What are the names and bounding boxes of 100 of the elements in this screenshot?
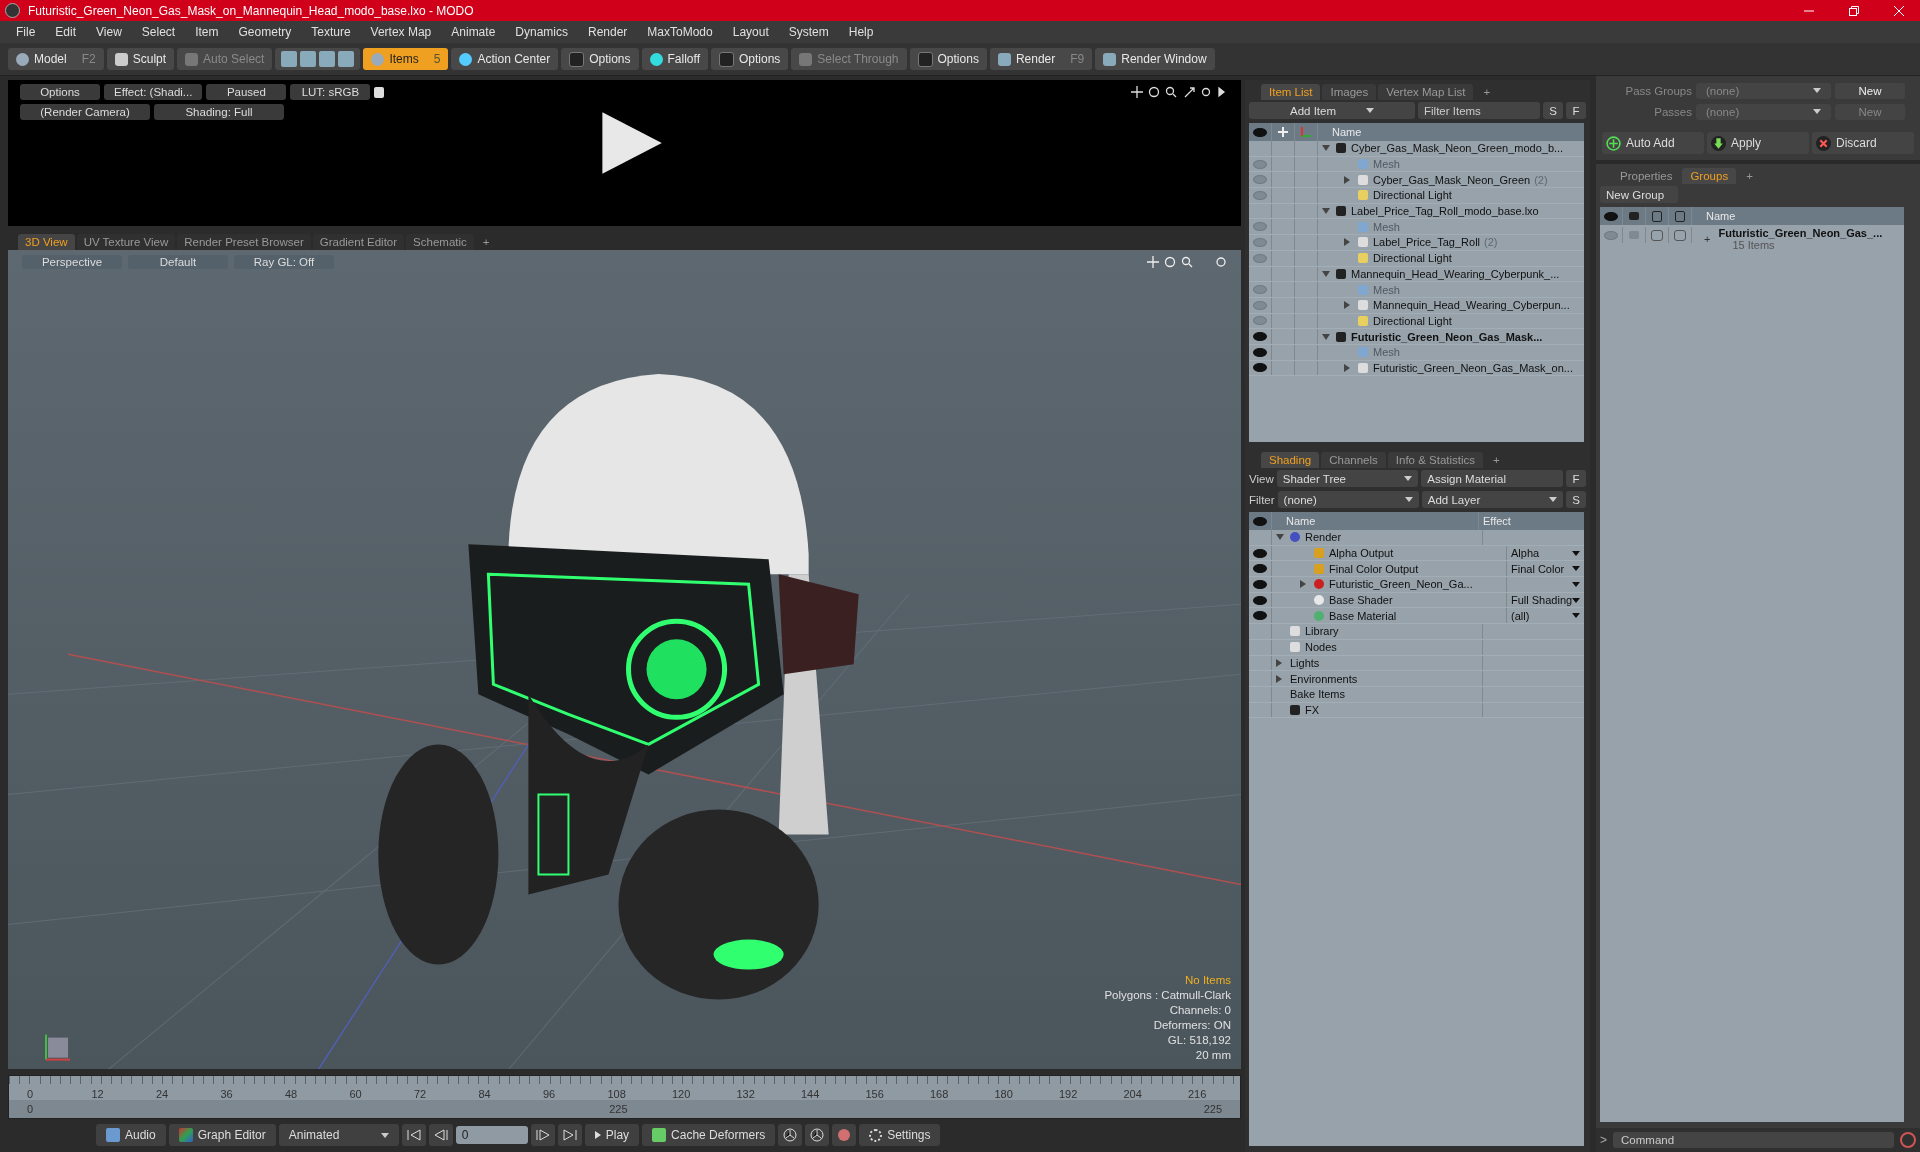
cube-select-icon[interactable] bbox=[338, 51, 355, 67]
view-controls-icon[interactable] bbox=[1131, 86, 1227, 98]
toolbar-button[interactable]: Model F2 bbox=[8, 48, 104, 70]
column-header[interactable]: Effect bbox=[1479, 515, 1511, 527]
filter-dropdown[interactable]: (none) bbox=[1277, 491, 1419, 508]
menu-item[interactable]: Texture bbox=[301, 25, 361, 39]
eye-icon[interactable] bbox=[1253, 363, 1267, 373]
key-icon[interactable] bbox=[778, 1124, 803, 1147]
apply-button[interactable]: Apply bbox=[1707, 132, 1809, 154]
menu-item[interactable]: Dynamics bbox=[505, 25, 578, 39]
close-icon[interactable] bbox=[1894, 5, 1904, 16]
add-layer-dropdown[interactable]: Add Layer bbox=[1421, 491, 1563, 508]
panel-tab[interactable]: Groups bbox=[1682, 168, 1737, 184]
eye-icon[interactable] bbox=[1253, 579, 1267, 589]
item-name[interactable]: Cyber_Gas_Mask_Neon_Green bbox=[1373, 173, 1531, 186]
discard-button[interactable]: Discard bbox=[1812, 132, 1914, 154]
layer-name[interactable]: Lights bbox=[1290, 656, 1320, 669]
key-icon[interactable] bbox=[805, 1124, 830, 1147]
add-tab-button[interactable]: + bbox=[1475, 84, 1499, 100]
item-name[interactable]: Directional Light bbox=[1373, 189, 1452, 202]
column-header[interactable]: Name bbox=[1272, 512, 1479, 530]
layer-name[interactable]: Final Color Output bbox=[1329, 562, 1419, 575]
menu-item[interactable]: Vertex Map bbox=[360, 25, 442, 39]
preview-option-button[interactable]: Options bbox=[20, 84, 100, 100]
new-pass-group-button[interactable]: New bbox=[1835, 82, 1905, 99]
viewport-option-button[interactable]: Default bbox=[128, 254, 228, 269]
toolbar-button[interactable]: Render Window bbox=[1095, 48, 1215, 70]
viewport-option-button[interactable]: Perspective bbox=[22, 254, 122, 269]
s-button[interactable]: S bbox=[1543, 102, 1563, 119]
group-name[interactable]: Futuristic_Green_Neon_Gas_... bbox=[1714, 227, 1883, 239]
expand-icon[interactable]: + bbox=[1704, 233, 1711, 245]
viewport-tab[interactable]: Gradient Editor bbox=[312, 233, 405, 250]
cache-deformers-button[interactable]: Cache Deformers bbox=[642, 1124, 776, 1147]
checkbox[interactable] bbox=[1651, 229, 1663, 241]
first-frame-icon[interactable] bbox=[401, 1124, 426, 1147]
filter-items-field[interactable]: Filter Items bbox=[1418, 102, 1540, 119]
expand-arrow-icon[interactable] bbox=[1322, 145, 1330, 152]
add-tab-button[interactable]: + bbox=[475, 233, 497, 250]
layer-name[interactable]: Nodes bbox=[1305, 641, 1337, 654]
layer-name[interactable]: Environments bbox=[1290, 672, 1358, 685]
graph-editor-button[interactable]: Graph Editor bbox=[168, 1124, 276, 1147]
add-tab-button[interactable]: + bbox=[1738, 168, 1761, 184]
restore-icon[interactable] bbox=[1849, 5, 1859, 16]
expand-arrow-icon[interactable] bbox=[1276, 674, 1282, 683]
toolbar-button[interactable]: Render F9 bbox=[989, 48, 1093, 70]
eye-icon[interactable] bbox=[1253, 595, 1267, 605]
expand-arrow-icon[interactable] bbox=[1344, 238, 1350, 247]
toolbar-button[interactable]: Options bbox=[561, 48, 639, 70]
auto-add-button[interactable]: Auto Add bbox=[1602, 132, 1704, 154]
expand-arrow-icon[interactable] bbox=[1344, 301, 1350, 310]
assign-material-button[interactable]: Assign Material bbox=[1421, 470, 1563, 487]
expand-arrow-icon[interactable] bbox=[1300, 580, 1306, 589]
viewport-tab[interactable]: Schematic bbox=[406, 233, 474, 250]
column-header[interactable]: Name bbox=[1318, 126, 1362, 138]
menu-item[interactable]: Layout bbox=[722, 25, 779, 39]
viewport-tab[interactable]: Render Preset Browser bbox=[177, 233, 311, 250]
preview-option-button[interactable]: LUT: sRGB bbox=[290, 84, 371, 100]
menu-item[interactable]: Render bbox=[578, 25, 638, 39]
effect-dropdown-icon[interactable] bbox=[1572, 597, 1581, 603]
audio-button[interactable]: Audio bbox=[96, 1124, 166, 1147]
toolbar-button[interactable]: Action Center bbox=[451, 48, 559, 70]
record-icon[interactable] bbox=[1900, 1132, 1916, 1148]
play-button[interactable]: Play bbox=[584, 1124, 640, 1147]
item-name[interactable]: Label_Price_Tag_Roll_modo_base.lxo bbox=[1351, 205, 1539, 218]
expand-arrow-icon[interactable] bbox=[1276, 534, 1284, 541]
s-button[interactable]: S bbox=[1566, 491, 1586, 508]
animation-mode-dropdown[interactable]: Animated bbox=[278, 1124, 399, 1147]
item-name[interactable]: Futuristic_Green_Neon_Gas_Mask... bbox=[1351, 330, 1543, 343]
panel-tab[interactable]: Channels bbox=[1321, 452, 1386, 468]
layer-name[interactable]: Futuristic_Green_Neon_Ga... bbox=[1329, 578, 1473, 591]
menu-item[interactable]: Help bbox=[838, 25, 884, 39]
new-group-button[interactable]: New Group bbox=[1600, 186, 1678, 203]
toolbar-button[interactable]: Items 5 bbox=[363, 48, 449, 70]
item-name[interactable]: Cyber_Gas_Mask_Neon_Green_modo_b... bbox=[1351, 142, 1564, 155]
menu-item[interactable]: View bbox=[86, 25, 132, 39]
layer-name[interactable]: FX bbox=[1305, 703, 1320, 716]
record-icon[interactable] bbox=[832, 1124, 857, 1147]
panel-tab[interactable]: Shading bbox=[1261, 452, 1320, 468]
layer-name[interactable]: Base Shader bbox=[1329, 594, 1393, 607]
toolbar-button[interactable]: Options bbox=[711, 48, 789, 70]
column-header[interactable]: Name bbox=[1692, 210, 1736, 222]
menu-item[interactable]: System bbox=[778, 25, 839, 39]
layer-name[interactable]: Base Material bbox=[1329, 609, 1397, 622]
cube-select-icon[interactable] bbox=[319, 51, 336, 67]
preview-option-button[interactable]: Paused bbox=[206, 84, 287, 100]
view-dropdown[interactable]: Shader Tree bbox=[1276, 470, 1419, 487]
viewport-tab[interactable]: 3D View bbox=[18, 233, 75, 250]
command-field[interactable]: Command bbox=[1613, 1132, 1894, 1148]
panel-tab[interactable]: Item List bbox=[1261, 84, 1321, 100]
toolbar-button[interactable]: Falloff bbox=[641, 48, 708, 70]
expand-arrow-icon[interactable] bbox=[1322, 208, 1330, 215]
expand-arrow-icon[interactable] bbox=[1322, 270, 1330, 277]
timeline-ruler[interactable]: 0 12 24 36 48 60 72 84 96 108 120 132 144 156 168 180 192 204 216 0 225 225 bbox=[8, 1075, 1241, 1119]
3d-viewport[interactable]: Perspective Default Ray GL: Off No Items Polygons : Catmull-Clark Channels: 0 Deformers: ON GL: 518,192 20 mm bbox=[8, 249, 1241, 1070]
viewport-tab[interactable]: UV Texture View bbox=[76, 233, 176, 250]
item-name[interactable]: Label_Price_Tag_Roll bbox=[1373, 236, 1480, 249]
item-name[interactable]: Mannequin_Head_Wearing_Cyberpun... bbox=[1373, 299, 1570, 312]
menu-item[interactable]: MaxToModo bbox=[637, 25, 723, 39]
item-name[interactable]: Futuristic_Green_Neon_Gas_Mask_on... bbox=[1373, 361, 1573, 374]
frame-range-bar[interactable]: 0 225 225 bbox=[9, 1100, 1240, 1118]
